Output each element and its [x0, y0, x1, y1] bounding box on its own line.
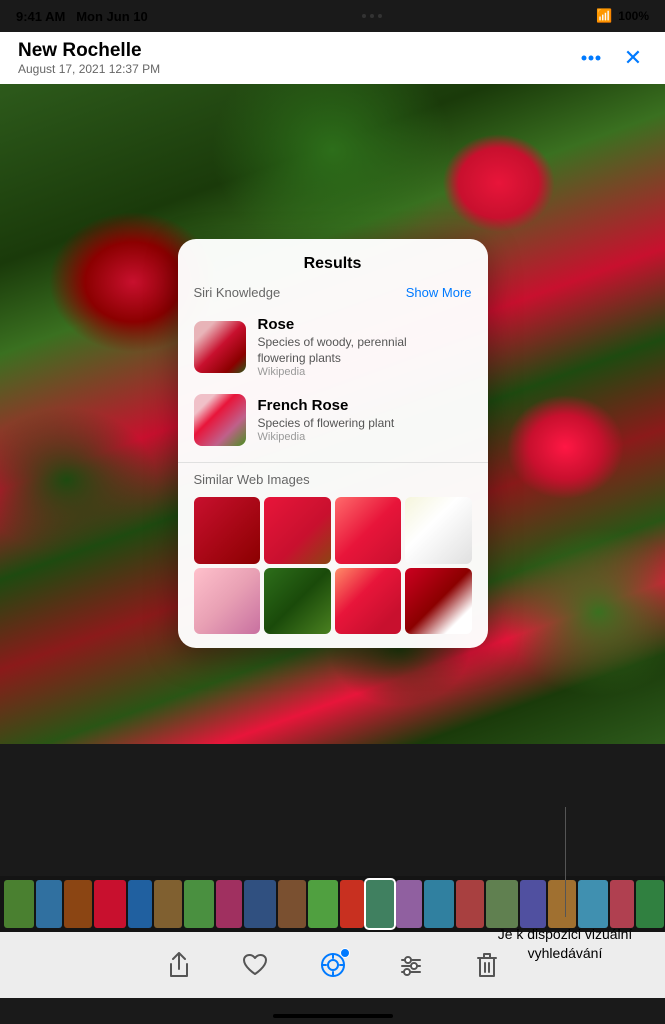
siri-knowledge-label: Siri Knowledge [194, 285, 281, 300]
filmstrip-thumb-21[interactable] [636, 880, 664, 928]
divider [178, 462, 488, 463]
similar-images-label: Similar Web Images [194, 472, 310, 487]
home-indicator [273, 1014, 393, 1018]
status-time: 9:41 AM Mon Jun 10 [16, 9, 148, 24]
photo-date-subtitle: August 17, 2021 12:37 PM [18, 62, 160, 76]
tooltip-text: Je k dispozici vizuální vyhledávání [495, 925, 635, 964]
results-title: Results [178, 255, 488, 273]
filmstrip-thumb-6[interactable] [184, 880, 214, 928]
filmstrip-thumb-8[interactable] [244, 880, 276, 928]
show-more-button[interactable]: Show More [406, 285, 472, 300]
time-label: 9:41 AM [16, 9, 65, 24]
adjust-icon [398, 952, 424, 978]
filmstrip-thumb-13[interactable] [396, 880, 422, 928]
similar-image-6[interactable] [264, 568, 331, 635]
status-right: 📶 100% [596, 8, 649, 24]
results-panel: Results Siri Knowledge Show More Rose Sp… [178, 239, 488, 648]
similar-image-3[interactable] [335, 497, 402, 564]
french-rose-source: Wikipedia [258, 431, 395, 443]
header-actions: ✕ [577, 44, 647, 72]
filmstrip-thumb-4[interactable] [128, 880, 152, 928]
status-bar: 9:41 AM Mon Jun 10 📶 100% [0, 0, 665, 32]
filmstrip-thumb-7[interactable] [216, 880, 242, 928]
french-rose-text: French Rose Species of flowering plant W… [258, 397, 395, 444]
photo-location-title: New Rochelle [18, 40, 160, 62]
similar-image-7[interactable] [335, 568, 402, 635]
adjust-button[interactable] [398, 952, 424, 978]
more-icon [581, 55, 601, 61]
filmstrip-thumb-11[interactable] [340, 880, 364, 928]
rose-text: Rose Species of woody, perennialflowerin… [258, 316, 407, 378]
header-title-block: New Rochelle August 17, 2021 12:37 PM [18, 40, 160, 76]
filmstrip-thumb-10[interactable] [308, 880, 338, 928]
share-icon [168, 952, 190, 978]
similar-image-4[interactable] [405, 497, 472, 564]
similar-image-2[interactable] [264, 497, 331, 564]
date-label: Mon Jun 10 [76, 9, 148, 24]
similar-image-8[interactable] [405, 568, 472, 635]
filmstrip-thumb-14[interactable] [424, 880, 454, 928]
filmstrip-thumb-12[interactable] [366, 880, 394, 928]
battery-label: 100% [618, 9, 649, 23]
visual-search-button[interactable] [320, 952, 346, 978]
similar-images-header: Similar Web Images [178, 471, 488, 489]
tooltip-container: Je k dispozici vizuální vyhledávání [495, 807, 635, 964]
status-center-dots [362, 14, 382, 18]
dot-2 [370, 14, 374, 18]
filmstrip-thumb-2[interactable] [64, 880, 92, 928]
filmstrip-thumb-0[interactable] [4, 880, 34, 928]
similar-image-1[interactable] [194, 497, 261, 564]
heart-icon [242, 953, 268, 977]
header: New Rochelle August 17, 2021 12:37 PM ✕ [0, 32, 665, 84]
filmstrip-thumb-9[interactable] [278, 880, 306, 928]
dot-1 [362, 14, 366, 18]
filmstrip-thumb-3[interactable] [94, 880, 126, 928]
filmstrip-thumb-15[interactable] [456, 880, 484, 928]
rose-desc: Species of woody, perennialflowering pla… [258, 335, 407, 366]
rose-thumbnail [194, 321, 246, 373]
french-rose-desc: Species of flowering plant [258, 416, 395, 432]
french-rose-thumbnail [194, 394, 246, 446]
siri-knowledge-header: Siri Knowledge Show More [178, 285, 488, 300]
favorite-button[interactable] [242, 953, 268, 977]
filmstrip-thumb-1[interactable] [36, 880, 62, 928]
tooltip-line [565, 807, 566, 917]
wifi-icon: 📶 [596, 8, 612, 24]
knowledge-item-rose[interactable]: Rose Species of woody, perennialflowerin… [178, 308, 488, 386]
share-button[interactable] [168, 952, 190, 978]
rose-source: Wikipedia [258, 366, 407, 378]
dot-3 [378, 14, 382, 18]
more-options-button[interactable] [577, 44, 605, 72]
french-rose-name: French Rose [258, 397, 395, 414]
knowledge-item-french-rose[interactable]: French Rose Species of flowering plant W… [178, 386, 488, 454]
rose-name: Rose [258, 316, 407, 333]
similar-images-grid [178, 497, 488, 634]
photo-area: Results Siri Knowledge Show More Rose Sp… [0, 84, 665, 744]
close-button[interactable]: ✕ [619, 44, 647, 72]
similar-image-5[interactable] [194, 568, 261, 635]
visual-search-badge [340, 948, 350, 958]
filmstrip-thumb-5[interactable] [154, 880, 182, 928]
